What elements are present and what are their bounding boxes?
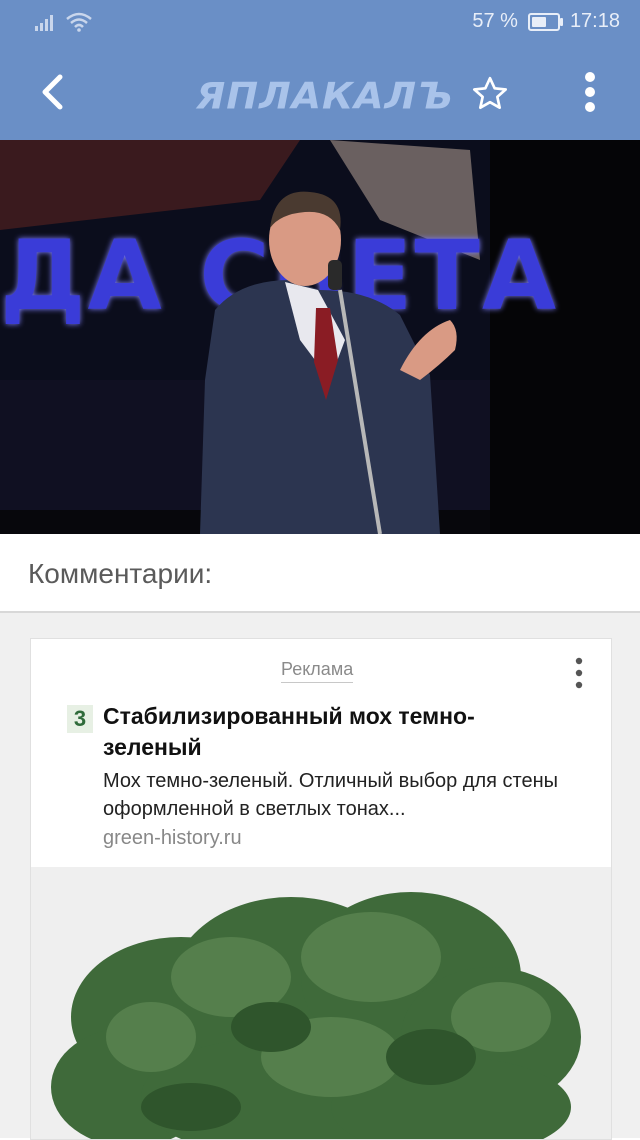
moss-illustration: [31, 867, 611, 1139]
speaker-figure: [200, 191, 457, 534]
comments-heading: Комментарии:: [28, 558, 213, 589]
back-arrow-icon: [42, 74, 63, 110]
signal-icon: [35, 15, 53, 31]
ad-domain[interactable]: green-history.ru: [103, 827, 242, 850]
more-vertical-icon: [575, 657, 583, 689]
ad-card[interactable]: Реклама 3 Стабилизированный мох темно-зе…: [30, 638, 612, 1140]
ad-menu-button[interactable]: [567, 655, 591, 691]
photo-divider: [0, 534, 640, 544]
wifi-icon: [66, 12, 92, 32]
ad-image[interactable]: [31, 867, 611, 1139]
ad-favicon-icon: 3: [67, 705, 93, 733]
ad-description: Мох темно-зеленый. Отличный выбор для ст…: [103, 770, 559, 820]
ad-label: Реклама: [281, 659, 354, 683]
battery-icon: [527, 12, 563, 31]
ad-title[interactable]: Стабилизированный мох темно-зеленый: [103, 701, 543, 763]
app-bar: ЯПЛАКАЛЪ: [0, 44, 640, 140]
more-options-button[interactable]: [570, 68, 610, 116]
battery-percent: 57 %: [472, 10, 518, 32]
status-bar: 57 % 17:18: [0, 0, 640, 44]
post-photo[interactable]: ДА СВЕТА: [0, 140, 640, 534]
more-vertical-icon: [585, 72, 595, 112]
app-logo[interactable]: ЯПЛАКАЛЪ: [196, 75, 454, 117]
battery-level-fill: [531, 16, 546, 27]
clock: 17:18: [569, 10, 620, 32]
star-icon: [473, 76, 507, 109]
favorite-button[interactable]: [468, 72, 512, 116]
back-button[interactable]: [30, 70, 74, 114]
